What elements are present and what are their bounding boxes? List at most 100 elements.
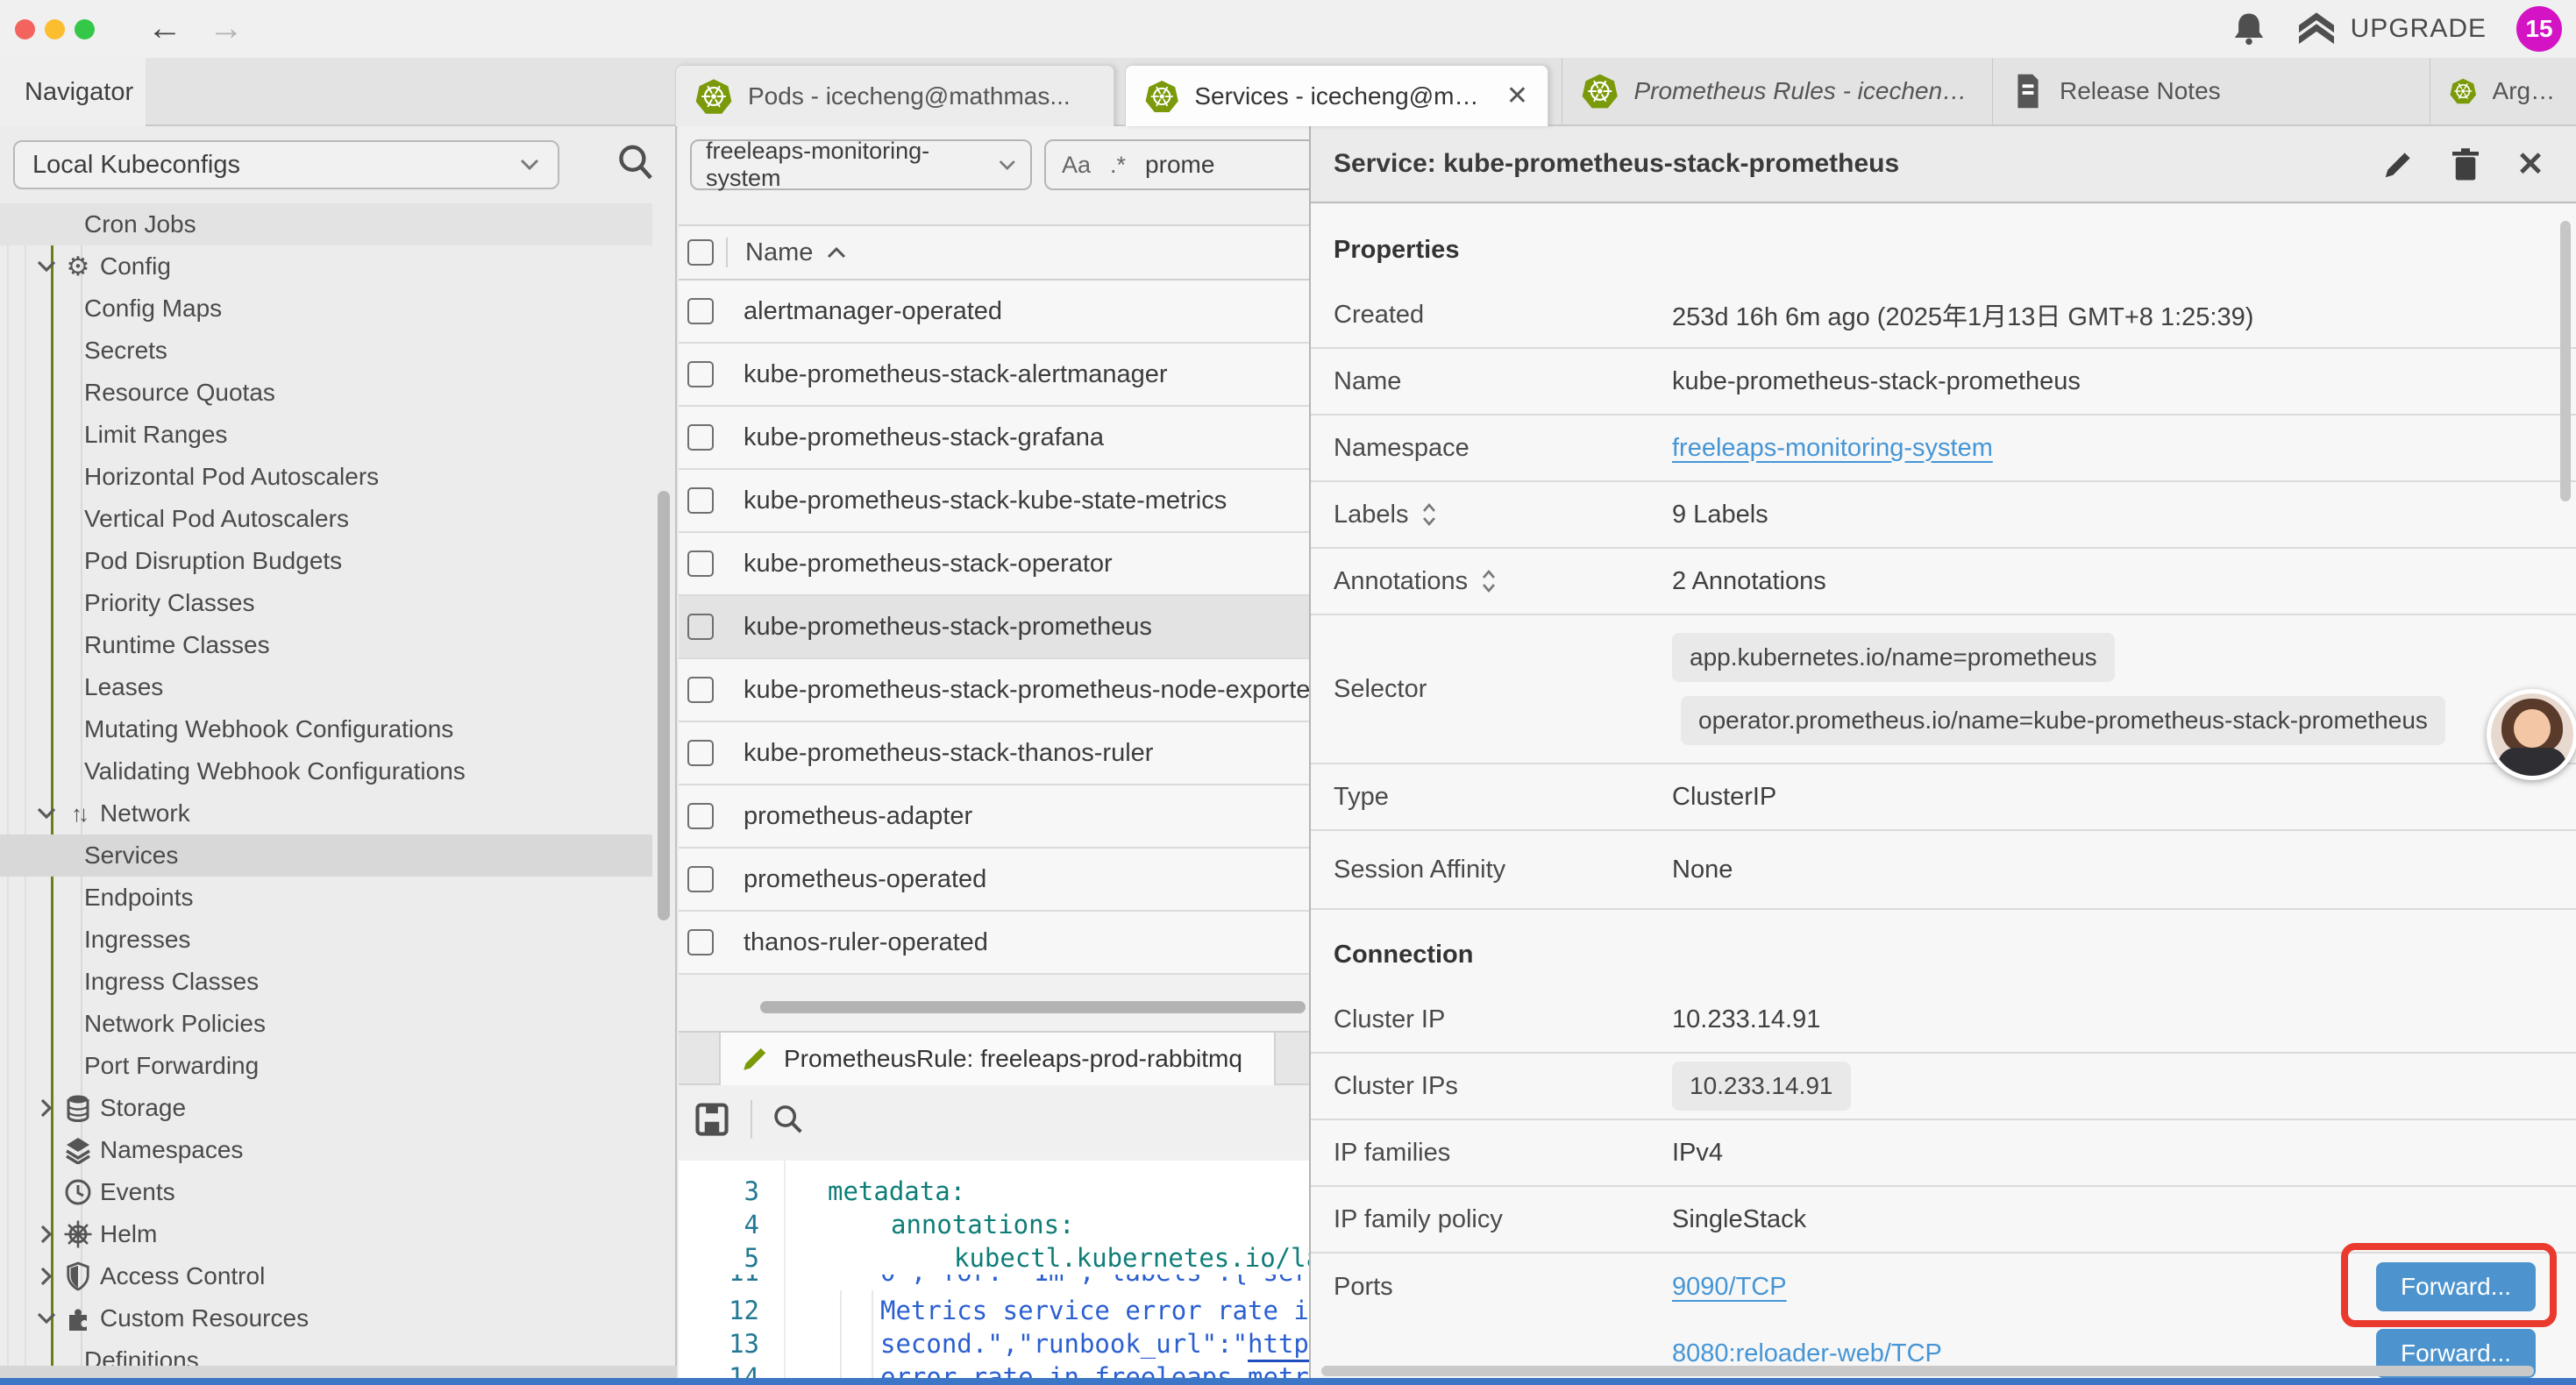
table-row-thanos-ruler-operated[interactable]: thanos-ruler-operated (679, 912, 1309, 975)
namespace-select[interactable]: freeleaps-monitoring-system (690, 139, 1032, 190)
sidebar-item-mutating-webhook-configurations[interactable]: Mutating Webhook Configurations (0, 708, 652, 750)
port-link[interactable]: 9090/TCP (1672, 1273, 1787, 1302)
sidebar-item-leases[interactable]: Leases (0, 666, 652, 708)
row-checkbox[interactable] (687, 487, 714, 514)
table-row-kube-prometheus-stack-prometheus[interactable]: kube-prometheus-stack-prometheus (679, 596, 1309, 659)
sidebar-item-port-forwarding[interactable]: Port Forwarding (0, 1045, 652, 1087)
sort-ascending-icon[interactable] (825, 245, 848, 260)
table-row-alertmanager-operated[interactable]: alertmanager-operated (679, 281, 1309, 344)
sidebar-item-vertical-pod-autoscalers[interactable]: Vertical Pod Autoscalers (0, 498, 652, 540)
sidebar-scrollbar[interactable] (658, 491, 670, 920)
name-column-header[interactable]: Name (745, 238, 813, 267)
sidebar-item-helm[interactable]: Helm (0, 1213, 652, 1255)
tab-argo-se[interactable]: Argo Se (2430, 58, 2576, 124)
sidebar-item-cron-jobs[interactable]: Cron Jobs (0, 203, 652, 245)
sidebar-item-access-control[interactable]: Access Control (0, 1255, 652, 1297)
sidebar-item-validating-webhook-configurations[interactable]: Validating Webhook Configurations (0, 750, 652, 792)
sidebar-item-services[interactable]: Services (0, 835, 652, 877)
back-button[interactable]: ← (147, 9, 182, 47)
maximize-window-button[interactable] (75, 19, 95, 39)
tab-services-icecheng-math[interactable]: Services - icecheng@math...✕ (1125, 65, 1548, 126)
tab-navigator[interactable]: Navigator (0, 58, 146, 126)
table-row-prometheus-operated[interactable]: prometheus-operated (679, 849, 1309, 912)
sidebar-item-horizontal-pod-autoscalers[interactable]: Horizontal Pod Autoscalers (0, 456, 652, 498)
detail-vertical-scrollbar[interactable] (2560, 221, 2571, 501)
tab-strip: Navigator Pods - icecheng@mathmas...Serv… (0, 58, 2576, 126)
editor-tab-prometheusrule[interactable]: PrometheusRule: freeleaps-prod-rabbitmq (719, 1033, 1276, 1085)
delete-icon[interactable] (2450, 147, 2481, 182)
detail-horizontal-scrollbar[interactable] (1321, 1366, 2534, 1376)
forward-button[interactable]: → (209, 9, 244, 47)
select-all-checkbox[interactable] (687, 239, 714, 266)
row-checkbox[interactable] (687, 361, 714, 387)
table-header[interactable]: Name (679, 224, 1309, 281)
row-checkbox[interactable] (687, 677, 714, 703)
sidebar-item-limit-ranges[interactable]: Limit Ranges (0, 414, 652, 456)
sidebar-item-network-policies[interactable]: Network Policies (0, 1003, 652, 1045)
editor-line-13[interactable]: 13second.","runbook_url":"https://net (679, 1327, 1309, 1360)
sidebar-item-events[interactable]: Events (0, 1171, 652, 1213)
sidebar-item-runtime-classes[interactable]: Runtime Classes (0, 624, 652, 666)
sidebar-item-ingresses[interactable]: Ingresses (0, 919, 652, 961)
sidebar-item-pod-disruption-budgets[interactable]: Pod Disruption Budgets (0, 540, 652, 582)
editor-line-3[interactable]: 3metadata: (679, 1175, 1309, 1208)
tab-prometheus-rules-icecheng[interactable]: Prometheus Rules - icecheng... (1562, 58, 1991, 124)
editor-line-5[interactable]: 5kubectl.kubernetes.io/last-applied-conf… (679, 1241, 1309, 1275)
sidebar-item-config[interactable]: ⚙Config (0, 245, 652, 288)
editor-line-11[interactable]: 110", for: "1m", labels :{ service: "fre (679, 1275, 1309, 1294)
row-checkbox[interactable] (687, 614, 714, 640)
regex-toggle[interactable]: .* (1110, 152, 1126, 179)
sidebar-item-secrets[interactable]: Secrets (0, 330, 652, 372)
sidebar-item-resource-quotas[interactable]: Resource Quotas (0, 372, 652, 414)
minimize-window-button[interactable] (45, 19, 65, 39)
name-filter-input[interactable]: Aa .* prome (1044, 139, 1316, 190)
row-checkbox[interactable] (687, 550, 714, 577)
table-row-kube-prometheus-stack-operator[interactable]: kube-prometheus-stack-operator (679, 533, 1309, 596)
sidebar-search-icon[interactable] (616, 142, 654, 184)
editor-search-icon[interactable] (770, 1102, 805, 1137)
sidebar-item-custom-resources[interactable]: Custom Resources (0, 1297, 652, 1339)
table-row-kube-prometheus-stack-thanos-ruler[interactable]: kube-prometheus-stack-thanos-ruler (679, 722, 1309, 785)
sidebar-item-config-maps[interactable]: Config Maps (0, 288, 652, 330)
toolbar-separator (751, 1100, 752, 1139)
bell-icon[interactable] (2231, 10, 2266, 48)
sidebar-item-endpoints[interactable]: Endpoints (0, 877, 652, 919)
kubernetes-icon (695, 78, 732, 115)
sidebar-item-priority-classes[interactable]: Priority Classes (0, 582, 652, 624)
row-checkbox[interactable] (687, 929, 714, 955)
table-row-prometheus-adapter[interactable]: prometheus-adapter (679, 785, 1309, 849)
table-row-kube-prometheus-stack-kube-state-metrics[interactable]: kube-prometheus-stack-kube-state-metrics (679, 470, 1309, 533)
row-checkbox[interactable] (687, 424, 714, 451)
close-window-button[interactable] (15, 19, 35, 39)
sidebar-item-network[interactable]: ↑↓Network (0, 792, 652, 835)
close-tab-icon[interactable]: ✕ (1506, 81, 1528, 111)
close-icon[interactable]: ✕ (2516, 148, 2544, 181)
edit-icon[interactable] (2381, 148, 2415, 181)
notification-badge[interactable]: 15 (2516, 6, 2562, 52)
row-checkbox[interactable] (687, 740, 714, 766)
editor-line-12[interactable]: 12Metrics service error rate is {{ $valu (679, 1294, 1309, 1327)
table-row-kube-prometheus-stack-grafana[interactable]: kube-prometheus-stack-grafana (679, 407, 1309, 470)
yaml-editor[interactable]: 3metadata:4annotations:5kubectl.kubernet… (679, 1161, 1309, 1385)
row-checkbox[interactable] (687, 803, 714, 829)
upgrade-button[interactable]: UPGRADE (2296, 11, 2487, 46)
sidebar-item-storage[interactable]: Storage (0, 1087, 652, 1129)
table-horizontal-scrollbar[interactable] (760, 1001, 1306, 1013)
kubeconfig-select[interactable]: Local Kubeconfigs (13, 140, 559, 189)
namespace-link[interactable]: freeleaps-monitoring-system (1672, 434, 1993, 462)
sidebar-item-namespaces[interactable]: Namespaces (0, 1129, 652, 1171)
save-icon[interactable] (693, 1100, 731, 1139)
tab-release-notes[interactable]: Release Notes (1992, 58, 2429, 124)
row-checkbox[interactable] (687, 866, 714, 892)
editor-line-4[interactable]: 4annotations: (679, 1208, 1309, 1241)
table-row-kube-prometheus-stack-prometheus-node-exporter[interactable]: kube-prometheus-stack-prometheus-node-ex… (679, 659, 1309, 722)
sidebar-item-ingress-classes[interactable]: Ingress Classes (0, 961, 652, 1003)
property-value: None (1672, 856, 2576, 884)
row-checkbox[interactable] (687, 298, 714, 324)
table-row-kube-prometheus-stack-alertmanager[interactable]: kube-prometheus-stack-alertmanager (679, 344, 1309, 407)
forward-button[interactable]: Forward... (2376, 1262, 2536, 1311)
tab-pods-icecheng-mathmas[interactable]: Pods - icecheng@mathmas... (675, 65, 1114, 126)
port-link[interactable]: 8080:reloader-web/TCP (1672, 1339, 1942, 1368)
user-avatar[interactable] (2487, 689, 2576, 780)
match-case-toggle[interactable]: Aa (1062, 152, 1091, 179)
